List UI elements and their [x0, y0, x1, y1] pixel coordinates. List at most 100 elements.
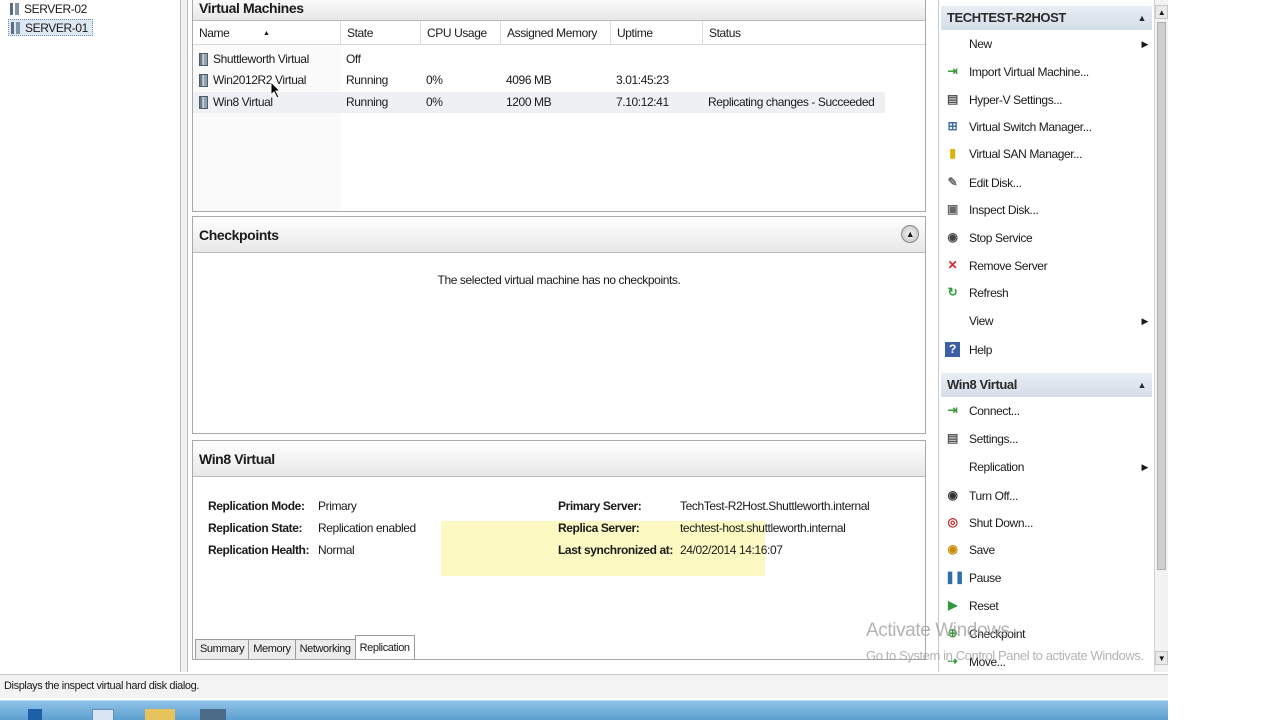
- pause-icon: ❚❚: [945, 570, 965, 584]
- actions-vm-header[interactable]: Win8 Virtual ▲: [941, 373, 1152, 397]
- action-connect[interactable]: ⇥ Connect...: [943, 399, 1148, 423]
- submenu-arrow-icon: ▶: [1141, 316, 1148, 326]
- actions-vm-title: Win8 Virtual: [947, 377, 1017, 392]
- hyperv-manager-icon[interactable]: [200, 709, 226, 720]
- tree-item-label: SERVER-01: [25, 20, 88, 35]
- remove-icon: ✕: [947, 258, 958, 272]
- primary-server-label: Primary Server:: [558, 499, 642, 513]
- collapse-icon[interactable]: ▲: [1137, 373, 1146, 397]
- action-turn-off[interactable]: ◉ Turn Off...: [943, 484, 1148, 508]
- vm-state: Running: [346, 95, 388, 109]
- table-row[interactable]: Shuttleworth Virtual Off: [193, 49, 885, 70]
- vm-name: Win2012R2 Virtual: [213, 73, 307, 87]
- scroll-down-icon[interactable]: ▼: [1155, 651, 1168, 665]
- vm-memory: 1200 MB: [506, 95, 552, 109]
- scroll-up-icon[interactable]: ▲: [1155, 5, 1168, 19]
- import-icon: ⇥: [947, 64, 958, 78]
- action-hyperv-settings[interactable]: ▤ Hyper-V Settings...: [943, 88, 1148, 112]
- server-manager-icon[interactable]: [92, 709, 114, 720]
- action-new[interactable]: New ▶: [943, 32, 1148, 56]
- action-replication[interactable]: Replication ▶: [943, 455, 1148, 479]
- column-header-name[interactable]: Name ▲: [193, 21, 341, 45]
- start-icon[interactable]: [28, 709, 42, 720]
- server-icon: [10, 2, 20, 16]
- action-virtual-san-manager[interactable]: ▮ Virtual SAN Manager...: [943, 142, 1148, 166]
- column-header-uptime[interactable]: Uptime: [611, 21, 703, 45]
- primary-server-value: TechTest-R2Host.Shuttleworth.internal: [680, 499, 870, 513]
- tab-summary[interactable]: Summary: [195, 639, 250, 659]
- move-icon: ⇢: [947, 654, 958, 668]
- vm-memory: 4096 MB: [506, 73, 552, 87]
- reset-icon: ▶: [948, 598, 957, 612]
- panel-title: Win8 Virtual: [199, 451, 275, 467]
- turn-off-icon: ◉: [947, 488, 958, 502]
- action-import-vm[interactable]: ⇥ Import Virtual Machine...: [943, 60, 1148, 84]
- column-header-status[interactable]: Status: [703, 21, 926, 45]
- table-row[interactable]: Win2012R2 Virtual Running 0% 4096 MB 3.0…: [193, 70, 885, 91]
- help-icon: ?: [945, 342, 960, 357]
- action-pause[interactable]: ❚❚ Pause: [943, 566, 1148, 590]
- action-move[interactable]: ⇢ Move...: [943, 650, 1148, 674]
- tree-item-server-01[interactable]: SERVER-01: [8, 19, 93, 36]
- tree-item-label: SERVER-02: [24, 1, 87, 16]
- server-icon: [11, 21, 21, 35]
- san-icon: ▮: [949, 146, 956, 160]
- replica-server-label: Replica Server:: [558, 521, 640, 535]
- taskbar: [0, 700, 1168, 720]
- action-save[interactable]: ◉ Save: [943, 538, 1148, 562]
- action-help[interactable]: ? Help: [943, 338, 1148, 362]
- actions-pane: TECHTEST-R2HOST ▲ New ▶ ⇥ Import Virtual M…: [938, 0, 1154, 672]
- detail-tabs: Summary Memory Networking Replication: [195, 635, 415, 659]
- navigation-tree: SERVER-02 SERVER-01: [0, 0, 180, 670]
- action-checkpoint[interactable]: ⊕ Checkpoint: [943, 622, 1148, 646]
- submenu-arrow-icon: ▶: [1141, 39, 1148, 49]
- replication-mode-label: Replication Mode:: [208, 499, 305, 513]
- actions-host-header[interactable]: TECHTEST-R2HOST ▲: [941, 6, 1152, 30]
- action-settings[interactable]: ▤ Settings...: [943, 427, 1148, 451]
- action-inspect-disk[interactable]: ▣ Inspect Disk...: [943, 198, 1148, 222]
- action-refresh[interactable]: ↻ Refresh: [943, 281, 1148, 305]
- replication-state-value: Replication enabled: [318, 521, 416, 535]
- collapse-icon[interactable]: ▲: [1137, 6, 1146, 30]
- action-reset[interactable]: ▶ Reset: [943, 594, 1148, 618]
- action-view[interactable]: View ▶: [943, 309, 1148, 333]
- shut-down-icon: ◎: [947, 515, 958, 529]
- switch-icon: ⊞: [947, 119, 958, 133]
- column-header-state[interactable]: State: [341, 21, 421, 45]
- actions-host-title: TECHTEST-R2HOST: [947, 10, 1066, 25]
- refresh-icon: ↻: [947, 285, 958, 299]
- virtual-machine-icon: [199, 53, 208, 66]
- panel-header: Win8 Virtual: [193, 441, 925, 477]
- tab-networking[interactable]: Networking: [294, 639, 356, 659]
- empty-message: The selected virtual machine has no chec…: [437, 273, 681, 287]
- virtual-machine-icon: [199, 74, 208, 87]
- tab-memory[interactable]: Memory: [248, 639, 296, 659]
- checkpoints-panel: Checkpoints ▲ The selected virtual machi…: [192, 216, 926, 434]
- file-explorer-icon[interactable]: [145, 709, 175, 720]
- table-row[interactable]: Win8 Virtual Running 0% 1200 MB 7.10:12:…: [193, 92, 885, 113]
- virtual-machines-panel: Virtual Machines Name ▲ State CPU Usage A…: [192, 0, 926, 212]
- action-virtual-switch-manager[interactable]: ⊞ Virtual Switch Manager...: [943, 115, 1148, 139]
- column-header-cpu[interactable]: CPU Usage: [421, 21, 501, 45]
- tree-item-server-02[interactable]: SERVER-02: [8, 0, 91, 17]
- action-remove-server[interactable]: ✕ Remove Server: [943, 254, 1148, 278]
- column-header-memory[interactable]: Assigned Memory: [501, 21, 611, 45]
- tab-replication[interactable]: Replication: [354, 635, 415, 659]
- submenu-arrow-icon: ▶: [1141, 462, 1148, 472]
- vm-name: Win8 Virtual: [213, 95, 273, 109]
- stop-icon: ◉: [947, 230, 958, 244]
- panel-title: Checkpoints: [199, 227, 279, 243]
- action-stop-service[interactable]: ◉ Stop Service: [943, 226, 1148, 250]
- replication-mode-value: Primary: [318, 499, 357, 513]
- action-edit-disk[interactable]: ✎ Edit Disk...: [943, 171, 1148, 195]
- status-bar: Displays the inspect virtual hard disk d…: [0, 674, 1168, 698]
- actions-scrollbar[interactable]: ▲ ▼: [1154, 0, 1168, 672]
- settings-icon: ▤: [947, 92, 958, 106]
- collapse-icon[interactable]: ▲: [901, 225, 919, 243]
- last-synchronized-label: Last synchronized at:: [558, 543, 673, 557]
- virtual-machine-icon: [199, 96, 208, 109]
- scrollbar-thumb[interactable]: [1157, 22, 1166, 570]
- pane-splitter[interactable]: [180, 0, 188, 672]
- sort-ascending-icon: ▲: [263, 30, 270, 37]
- action-shut-down[interactable]: ◎ Shut Down...: [943, 511, 1148, 535]
